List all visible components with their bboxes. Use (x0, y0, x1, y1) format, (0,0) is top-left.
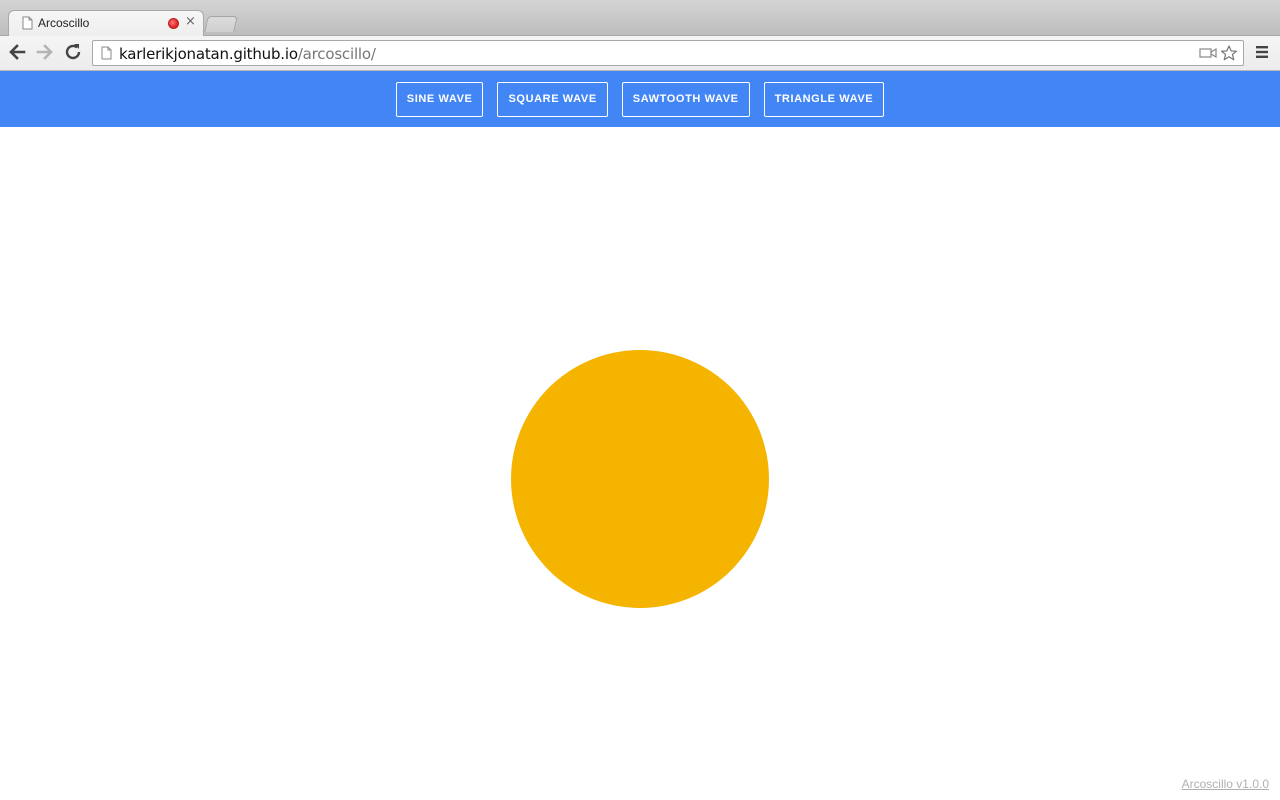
browser-tabstrip: Arcoscillo × (0, 0, 1280, 36)
url-host: karlerikjonatan.github.io (119, 45, 298, 63)
oscillator-orb[interactable] (511, 350, 769, 608)
star-icon[interactable] (1220, 45, 1238, 61)
url-path: /arcoscillo/ (297, 45, 376, 63)
triangle-wave-button[interactable]: TRIANGLE WAVE (763, 81, 885, 117)
sawtooth-wave-button[interactable]: SAWTOOTH WAVE (621, 81, 750, 117)
reload-icon[interactable] (62, 41, 84, 63)
square-wave-button[interactable]: SQUARE WAVE (497, 81, 608, 117)
camera-icon[interactable] (1199, 45, 1217, 61)
page-content: SINE WAVE SQUARE WAVE SAWTOOTH WAVE TRIA… (0, 71, 1280, 800)
record-icon (168, 18, 179, 29)
new-tab-button[interactable] (204, 16, 238, 32)
sine-wave-button[interactable]: SINE WAVE (395, 81, 484, 117)
waveform-toolbar: SINE WAVE SQUARE WAVE SAWTOOTH WAVE TRIA… (0, 71, 1280, 127)
close-icon[interactable]: × (185, 14, 196, 29)
tab-title: Arcoscillo (38, 16, 90, 30)
page-icon (101, 46, 112, 60)
browser-toolbar: karlerikjonatan.github.io/arcoscillo/ (0, 36, 1280, 71)
address-bar[interactable]: karlerikjonatan.github.io/arcoscillo/ (92, 40, 1244, 66)
url-text[interactable]: karlerikjonatan.github.io/arcoscillo/ (119, 45, 376, 63)
hamburger-menu-icon[interactable] (1255, 44, 1269, 60)
version-link[interactable]: Arcoscillo v1.0.0 (1182, 777, 1269, 791)
forward-arrow-icon[interactable] (34, 41, 56, 63)
back-arrow-icon[interactable] (6, 41, 28, 63)
browser-tab-active[interactable]: Arcoscillo × (8, 10, 204, 36)
page-icon (22, 16, 33, 30)
